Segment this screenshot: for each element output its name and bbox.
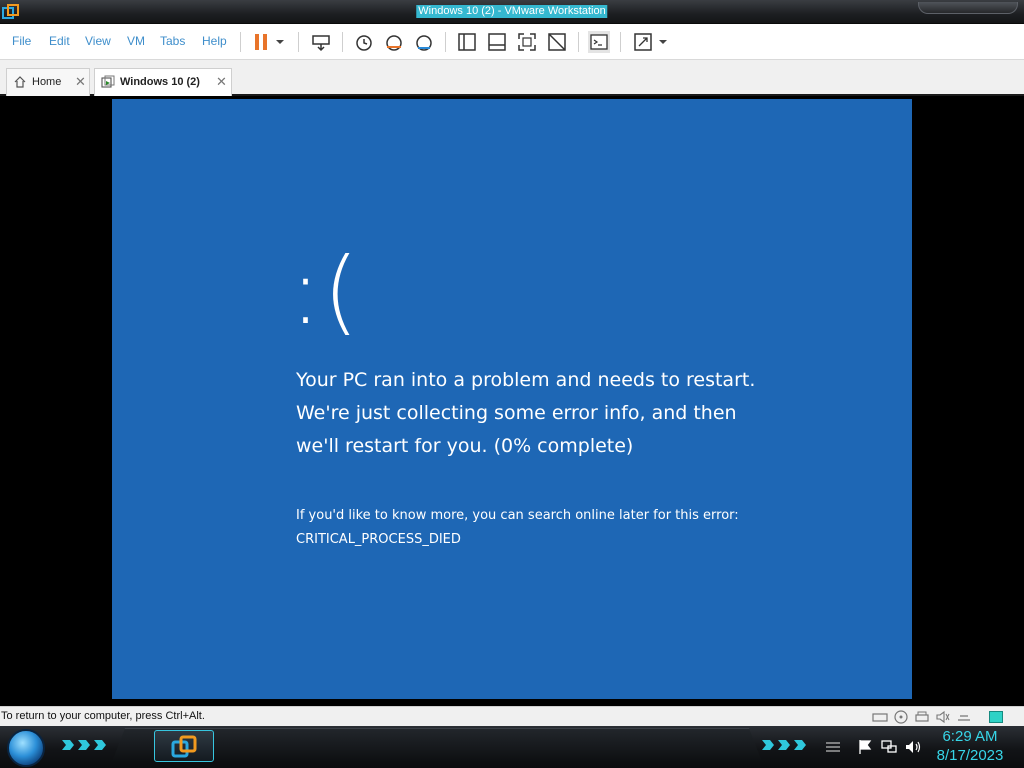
- toolbar-separator: [620, 32, 621, 52]
- snapshot-manager-icon[interactable]: [413, 31, 435, 53]
- taskbar-vmware-button[interactable]: [154, 730, 214, 762]
- stretch-guest-icon[interactable]: [632, 31, 654, 53]
- chevron-decor-icon: [762, 740, 806, 750]
- window-title: Windows 10 (2) - VMware Workstation: [416, 5, 608, 18]
- library-view-icon[interactable]: [456, 31, 478, 53]
- action-center-flag-icon[interactable]: [856, 738, 874, 756]
- status-text: To return to your computer, press Ctrl+A…: [1, 710, 205, 722]
- menu-tabs[interactable]: Tabs: [160, 34, 185, 48]
- toolbar-separator: [578, 32, 579, 52]
- tab-home-label: Home: [32, 76, 62, 88]
- vm-icon: [101, 75, 115, 88]
- chevron-decor-icon: [62, 740, 106, 750]
- menu-file[interactable]: File: [12, 34, 31, 48]
- status-bar: To return to your computer, press Ctrl+A…: [0, 706, 1024, 726]
- taskbar: 6:29 AM 8/17/2023: [0, 726, 1024, 768]
- clock-time[interactable]: 6:29 AM: [930, 728, 1010, 745]
- bsod-more-info-text: If you'd like to know more, you can sear…: [296, 508, 739, 523]
- snapshot-icon[interactable]: [353, 31, 375, 53]
- dropdown-arrow-icon[interactable]: [273, 31, 287, 53]
- clock-date[interactable]: 8/17/2023: [930, 747, 1010, 764]
- sound-card-icon[interactable]: [935, 710, 951, 724]
- menu-help[interactable]: Help: [202, 34, 227, 48]
- tab-bar: Home ✕ Windows 10 (2) ✕: [0, 60, 1024, 96]
- bsod-message: Your PC ran into a problem and needs to …: [296, 369, 756, 457]
- vmware-taskbar-icon: [171, 735, 197, 758]
- toolbar-separator: [298, 32, 299, 52]
- dropdown-arrow-icon[interactable]: [656, 31, 670, 53]
- fullscreen-icon[interactable]: [516, 31, 538, 53]
- menu-edit[interactable]: Edit: [49, 34, 70, 48]
- menu-toolbar: File Edit View VM Tabs Help: [0, 24, 1024, 60]
- window-controls[interactable]: [918, 2, 1018, 14]
- vmware-app-icon[interactable]: [2, 3, 20, 21]
- printer-icon[interactable]: [914, 710, 930, 724]
- show-desktop-icon[interactable]: [824, 738, 842, 756]
- volume-icon[interactable]: [904, 738, 922, 756]
- send-keys-icon[interactable]: [310, 31, 332, 53]
- message-log-icon[interactable]: [989, 711, 1003, 723]
- revert-snapshot-icon[interactable]: [383, 31, 405, 53]
- tab-windows-10-2[interactable]: Windows 10 (2) ✕: [94, 68, 232, 96]
- home-icon: [14, 76, 26, 88]
- blue-screen: :( Your PC ran into a problem and needs …: [112, 99, 912, 699]
- sad-face: :(: [290, 238, 361, 345]
- menu-view[interactable]: View: [85, 34, 111, 48]
- start-button[interactable]: [7, 729, 45, 767]
- console-view-icon[interactable]: [588, 31, 610, 53]
- title-bar: Windows 10 (2) - VMware Workstation: [0, 0, 1024, 24]
- toolbar-separator: [240, 32, 241, 52]
- display-icon[interactable]: [956, 710, 972, 724]
- pause-icon[interactable]: [251, 31, 273, 53]
- tab-windows-10-2-label: Windows 10 (2): [120, 76, 200, 88]
- hard-disk-icon[interactable]: [872, 710, 888, 724]
- tab-home[interactable]: Home ✕: [6, 68, 90, 96]
- unity-icon[interactable]: [546, 31, 568, 53]
- bsod-more-info: If you'd like to know more, you can sear…: [296, 504, 816, 552]
- menu-vm[interactable]: VM: [127, 34, 145, 48]
- vm-console[interactable]: :( Your PC ran into a problem and needs …: [0, 96, 1024, 706]
- close-icon[interactable]: ✕: [75, 74, 86, 90]
- network-icon[interactable]: [880, 738, 898, 756]
- close-icon[interactable]: ✕: [216, 74, 227, 90]
- bsod-stop-code: CRITICAL_PROCESS_DIED: [296, 532, 461, 547]
- thumbnail-bar-icon[interactable]: [486, 31, 508, 53]
- cd-drive-icon[interactable]: [893, 710, 909, 724]
- toolbar-separator: [445, 32, 446, 52]
- toolbar-separator: [342, 32, 343, 52]
